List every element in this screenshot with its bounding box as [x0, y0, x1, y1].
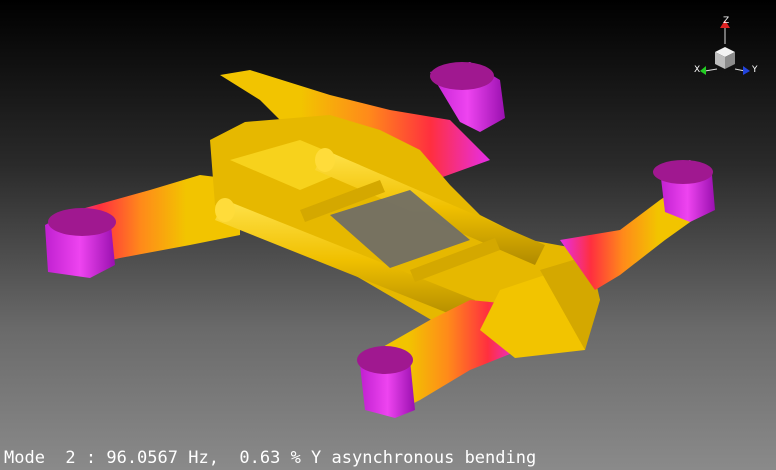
axis-label-x: X — [694, 65, 701, 75]
side-frame-left — [45, 175, 240, 278]
mode-status-line: Mode 2 : 96.0567 Hz, 0.63 % Y asynchrono… — [4, 448, 537, 468]
axis-label-y: Y — [752, 65, 758, 75]
bogie-frame-model — [45, 62, 715, 418]
axis-triad-graphic — [700, 20, 750, 75]
3d-viewport[interactable]: Z X Y Mode 2 : 96.0567 Hz, 0.63 % Y asyn… — [0, 0, 776, 470]
axis-triad: Z X Y — [690, 14, 770, 84]
axis-label-z: Z — [723, 16, 730, 26]
